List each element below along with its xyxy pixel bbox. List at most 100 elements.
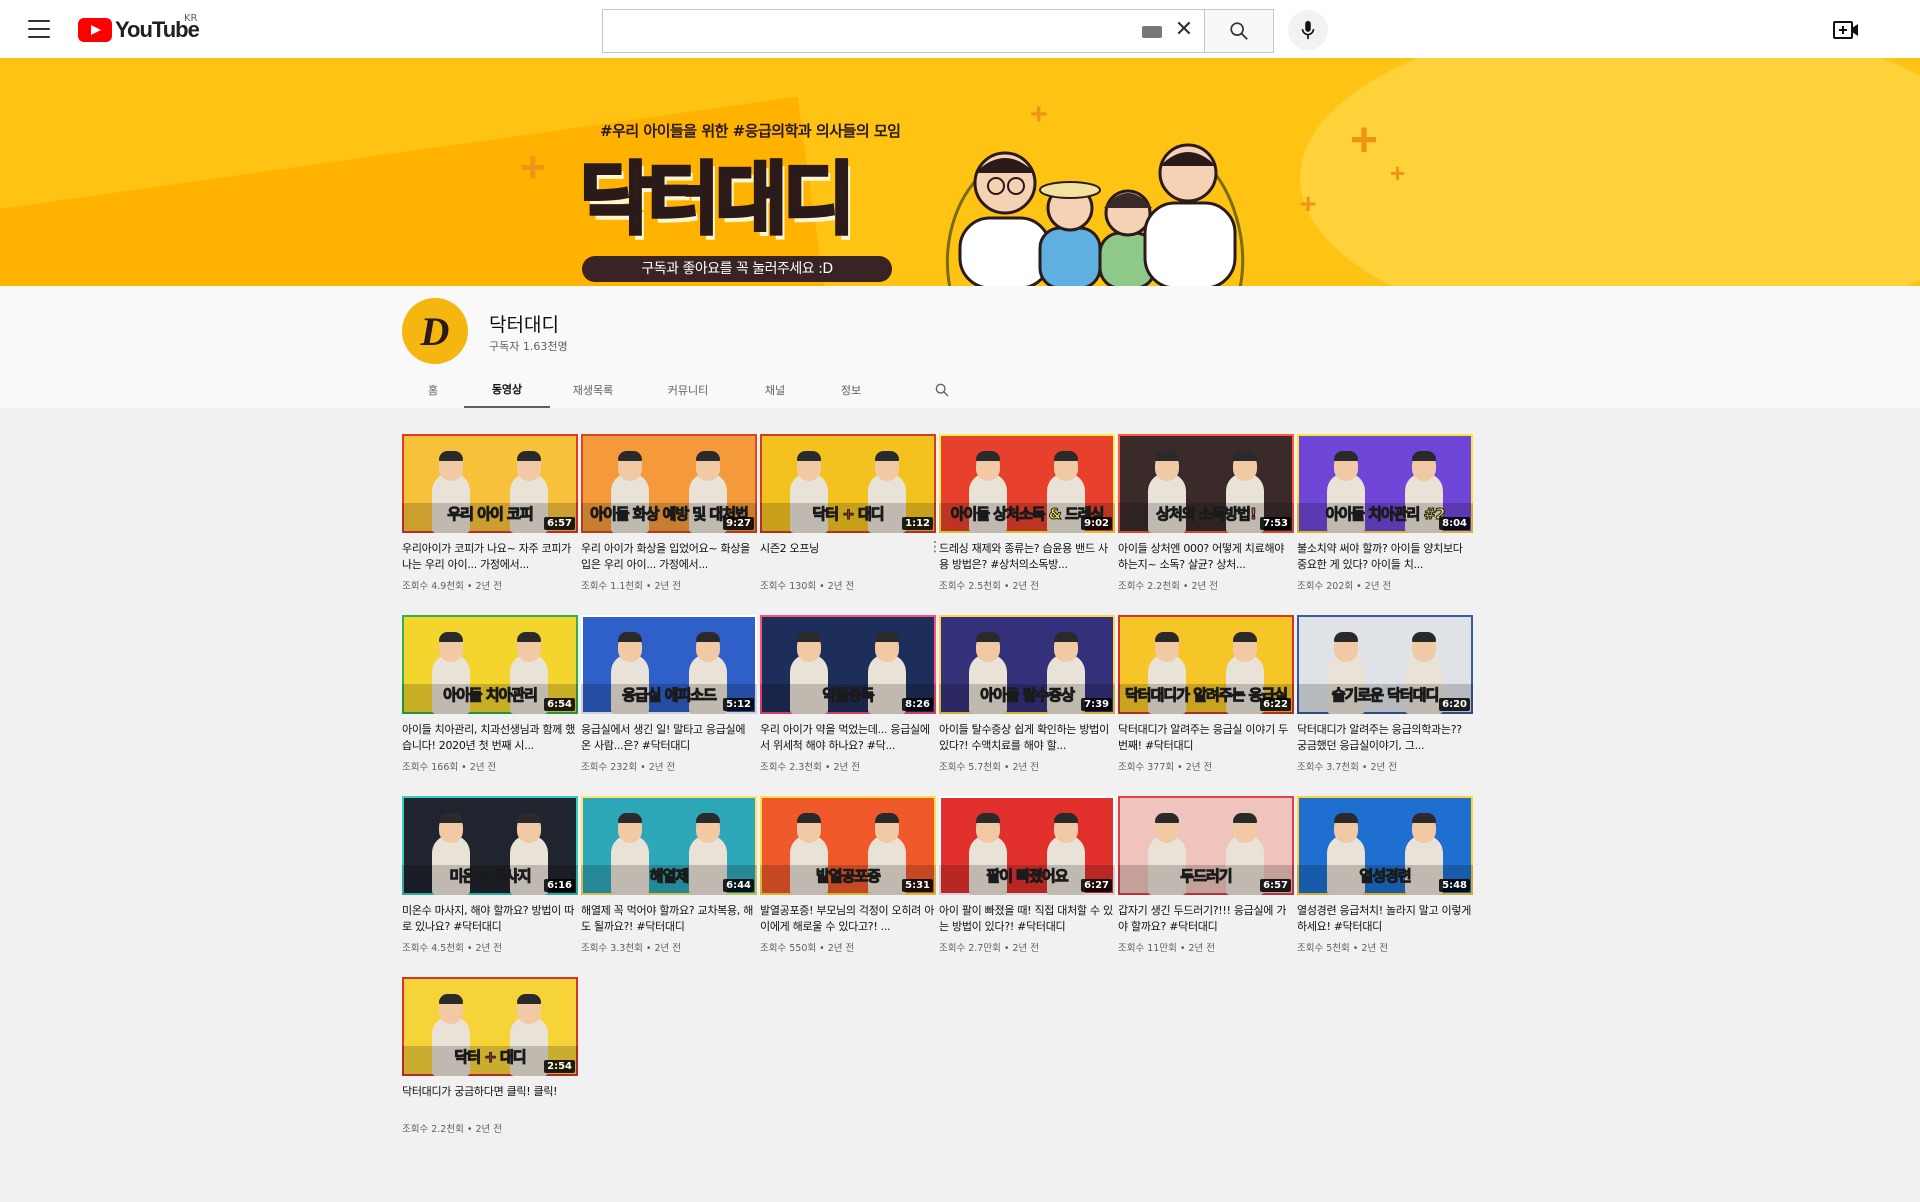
video-thumbnail[interactable]: 아이들 치아관리 6:54: [402, 615, 578, 714]
video-card[interactable]: 두드러기 6:57 갑자기 생긴 두드러기?!!! 응급실에 가야 할까요? #닥터…: [1118, 796, 1294, 954]
video-duration: 5:12: [723, 698, 754, 711]
subscriber-count: 구독자 1.63천명: [489, 340, 568, 353]
video-title[interactable]: 닥터대디가 알려주는 응급의학과는?? 궁금했던 응급실이야기, 그...: [1297, 722, 1473, 754]
video-title[interactable]: 아이들 탈수증상 쉽게 확인하는 방법이 있다?! 수액치료를 해야 할...: [939, 722, 1115, 754]
video-title[interactable]: 불소치약 써야 할까? 아이들 양치보다 중요한 게 있다? 아이들 치...: [1297, 541, 1473, 573]
microphone-icon: [1301, 20, 1315, 40]
video-card[interactable]: 해열제 6:44 해열제 꼭 먹어야 할까요? 교차복용, 해도 될까요?! #닥터…: [581, 796, 757, 954]
thumbnail-person: [797, 451, 821, 461]
video-thumbnail[interactable]: 두드러기 6:57: [1118, 796, 1294, 895]
video-title[interactable]: 드레싱 재제와 종류는? 습윤용 밴드 사용 방법은? #상처의소독방...: [939, 541, 1115, 573]
video-card[interactable]: 약물중독 8:26 우리 아이가 약을 먹었는데... 응급실에서 위세척 해야 하…: [760, 615, 936, 773]
video-thumbnail[interactable]: 약물중독 8:26: [760, 615, 936, 714]
video-card[interactable]: 상처의 소독방법! 7:53 아이들 상처엔 000? 어떻게 치료해야 하는지~ …: [1118, 434, 1294, 592]
video-thumbnail[interactable]: 열성경련 5:48: [1297, 796, 1473, 895]
video-thumbnail[interactable]: 미온수 마사지 6:16: [402, 796, 578, 895]
video-meta: 조회수 2.5천회 • 2년 전: [939, 581, 1040, 592]
video-thumbnail[interactable]: 아이들 화상 예방 및 대처법 9:27: [581, 434, 757, 533]
video-title[interactable]: 아이들 상처엔 000? 어떻게 치료해야 하는지~ 소독? 살균? 상처...: [1118, 541, 1294, 573]
thumbnail-person: [875, 813, 899, 823]
youtube-logo[interactable]: YouTube: [78, 17, 200, 43]
tab-about[interactable]: 정보: [810, 372, 892, 408]
video-meta: 조회수 2.2천회 • 2년 전: [1118, 581, 1219, 592]
video-meta: 조회수 2.3천회 • 2년 전: [760, 762, 861, 773]
video-title[interactable]: 응급실에서 생긴 일! 말타고 응급실에 온 사람...은? #닥터대디: [581, 722, 757, 754]
video-title[interactable]: 우리 아이가 약을 먹었는데... 응급실에서 위세척 해야 하나요? #닥..…: [760, 722, 936, 754]
video-duration: 2:54: [544, 1060, 575, 1073]
tab-channels[interactable]: 채널: [740, 372, 810, 408]
voice-search-button[interactable]: [1288, 10, 1328, 50]
video-title[interactable]: 아이 팔이 빠졌을 때! 직접 대처할 수 있는 방법이 있다?! #닥터대디: [939, 903, 1115, 935]
video-title[interactable]: 미온수 마사지, 해야 할까요? 방법이 따로 있나요? #닥터대디: [402, 903, 578, 935]
video-thumbnail[interactable]: 해열제 6:44: [581, 796, 757, 895]
video-title[interactable]: 시즌2 오프닝: [760, 541, 936, 573]
tab-home[interactable]: 홈: [402, 372, 464, 408]
keyboard-icon[interactable]: [1142, 26, 1162, 38]
thumbnail-person: [1155, 632, 1179, 642]
video-thumbnail[interactable]: 아이들 상처소독 & 드레싱 9:02: [939, 434, 1115, 533]
video-card[interactable]: 발열공포증 5:31 발열공포증! 부모님의 걱정이 오히려 아이에게 해로울 수 …: [760, 796, 936, 954]
video-card[interactable]: 슬기로운 닥터대디 6:20 닥터대디가 알려주는 응급의학과는?? 궁금했던 응급…: [1297, 615, 1473, 773]
video-duration: 6:27: [1081, 879, 1112, 892]
video-card[interactable]: 열성경련 5:48 열성경련 응급처치! 놀라지 말고 이렇게 하세요! #닥터대디…: [1297, 796, 1473, 954]
video-thumbnail[interactable]: 팔이 빠졌어요 6:27: [939, 796, 1115, 895]
thumbnail-person: [976, 813, 1000, 823]
video-card[interactable]: 닥터 + 대디 1:12 시즌2 오프닝 조회수 130회 • 2년 전 ⋮: [760, 434, 942, 592]
video-thumbnail[interactable]: 슬기로운 닥터대디 6:20: [1297, 615, 1473, 714]
video-thumbnail[interactable]: 응급실 에피소드 5:12: [581, 615, 757, 714]
thumbnail-person: [1233, 813, 1257, 823]
channel-avatar[interactable]: D: [402, 298, 468, 364]
video-card[interactable]: 미온수 마사지 6:16 미온수 마사지, 해야 할까요? 방법이 따로 있나요? …: [402, 796, 578, 954]
thumbnail-person: [439, 813, 463, 823]
thumbnail-person: [696, 451, 720, 461]
thumbnail-person: [976, 451, 1000, 461]
video-title[interactable]: 닥터대디가 궁금하다면 클릭! 클릭!: [402, 1084, 578, 1116]
video-thumbnail[interactable]: 아이들 치아관리 #2 8:04: [1297, 434, 1473, 533]
video-title[interactable]: 해열제 꼭 먹어야 할까요? 교차복용, 해도 될까요?! #닥터대디: [581, 903, 757, 935]
video-thumbnail[interactable]: 닥터 + 대디 2:54: [402, 977, 578, 1076]
video-meta: 조회수 5천회 • 2년 전: [1297, 943, 1388, 954]
search-button[interactable]: [1204, 9, 1274, 53]
video-duration: 7:53: [1260, 517, 1291, 530]
banner-title: 닥터대디: [578, 153, 857, 247]
tab-videos[interactable]: 동영상: [464, 372, 550, 408]
plus-decoration-icon: +: [1300, 188, 1317, 219]
tab-community[interactable]: 커뮤니티: [636, 372, 740, 408]
clear-icon[interactable]: ✕: [1174, 19, 1194, 41]
video-card[interactable]: 아이들 탈수증상 7:39 아이들 탈수증상 쉽게 확인하는 방법이 있다?! 수액…: [939, 615, 1115, 773]
video-title[interactable]: 우리아이가 코피가 나요~ 자주 코피가 나는 우리 아이... 가정에서...: [402, 541, 578, 573]
video-title[interactable]: 닥터대디가 알려주는 응급실 이야기 두 번째! #닥터대디: [1118, 722, 1294, 754]
video-card[interactable]: 아이들 화상 예방 및 대처법 9:27 우리 아이가 화상을 입었어요~ 화상을 …: [581, 434, 757, 592]
video-card[interactable]: 닥터대디가 알려주는 응급실 6:22 닥터대디가 알려주는 응급실 이야기 두 번…: [1118, 615, 1294, 773]
video-thumbnail[interactable]: 상처의 소독방법! 7:53: [1118, 434, 1294, 533]
search-input[interactable]: [602, 9, 1204, 53]
video-thumbnail[interactable]: 아이들 탈수증상 7:39: [939, 615, 1115, 714]
video-meta: 조회수 11만회 • 2년 전: [1118, 943, 1215, 954]
create-video-icon[interactable]: [1832, 17, 1860, 43]
video-thumbnail[interactable]: 발열공포증 5:31: [760, 796, 936, 895]
channel-search-button[interactable]: [922, 372, 962, 408]
video-title[interactable]: 우리 아이가 화상을 입었어요~ 화상을 입은 우리 아이... 가정에서...: [581, 541, 757, 573]
channel-tabs: 홈 동영상 재생목록 커뮤니티 채널 정보: [402, 372, 962, 408]
thumbnail-person: [1233, 632, 1257, 642]
video-card[interactable]: 아이들 상처소독 & 드레싱 9:02 드레싱 재제와 종류는? 습윤용 밴드 사용…: [939, 434, 1115, 592]
video-card[interactable]: 팔이 빠졌어요 6:27 아이 팔이 빠졌을 때! 직접 대처할 수 있는 방법이 …: [939, 796, 1115, 954]
video-card[interactable]: 아이들 치아관리 #2 8:04 불소치약 써야 할까? 아이들 양치보다 중요한 …: [1297, 434, 1473, 592]
video-title[interactable]: 아이들 치아관리, 치과선생님과 함께 했습니다! 2020년 첫 번째 시..…: [402, 722, 578, 754]
video-thumbnail[interactable]: 닥터대디가 알려주는 응급실 6:22: [1118, 615, 1294, 714]
video-duration: 8:26: [902, 698, 933, 711]
video-title[interactable]: 열성경련 응급처치! 놀라지 말고 이렇게 하세요! #닥터대디: [1297, 903, 1473, 935]
video-title[interactable]: 발열공포증! 부모님의 걱정이 오히려 아이에게 해로울 수 있다고?! ...: [760, 903, 936, 935]
thumbnail-person: [1054, 451, 1078, 461]
menu-icon[interactable]: [28, 20, 50, 38]
video-card[interactable]: 응급실 에피소드 5:12 응급실에서 생긴 일! 말타고 응급실에 온 사람...…: [581, 615, 757, 773]
thumbnail-person: [439, 632, 463, 642]
tab-playlists[interactable]: 재생목록: [550, 372, 636, 408]
video-card[interactable]: 닥터 + 대디 2:54 닥터대디가 궁금하다면 클릭! 클릭! 조회수 2.2천회 …: [402, 977, 578, 1135]
video-title[interactable]: 갑자기 생긴 두드러기?!!! 응급실에 가야 할까요? #닥터대디: [1118, 903, 1294, 935]
video-card[interactable]: 아이들 치아관리 6:54 아이들 치아관리, 치과선생님과 함께 했습니다! 20…: [402, 615, 578, 773]
video-duration: 7:39: [1081, 698, 1112, 711]
video-thumbnail[interactable]: 우리 아이 코피 6:57: [402, 434, 578, 533]
video-card[interactable]: 우리 아이 코피 6:57 우리아이가 코피가 나요~ 자주 코피가 나는 우리 아…: [402, 434, 578, 592]
video-thumbnail[interactable]: 닥터 + 대디 1:12: [760, 434, 936, 533]
